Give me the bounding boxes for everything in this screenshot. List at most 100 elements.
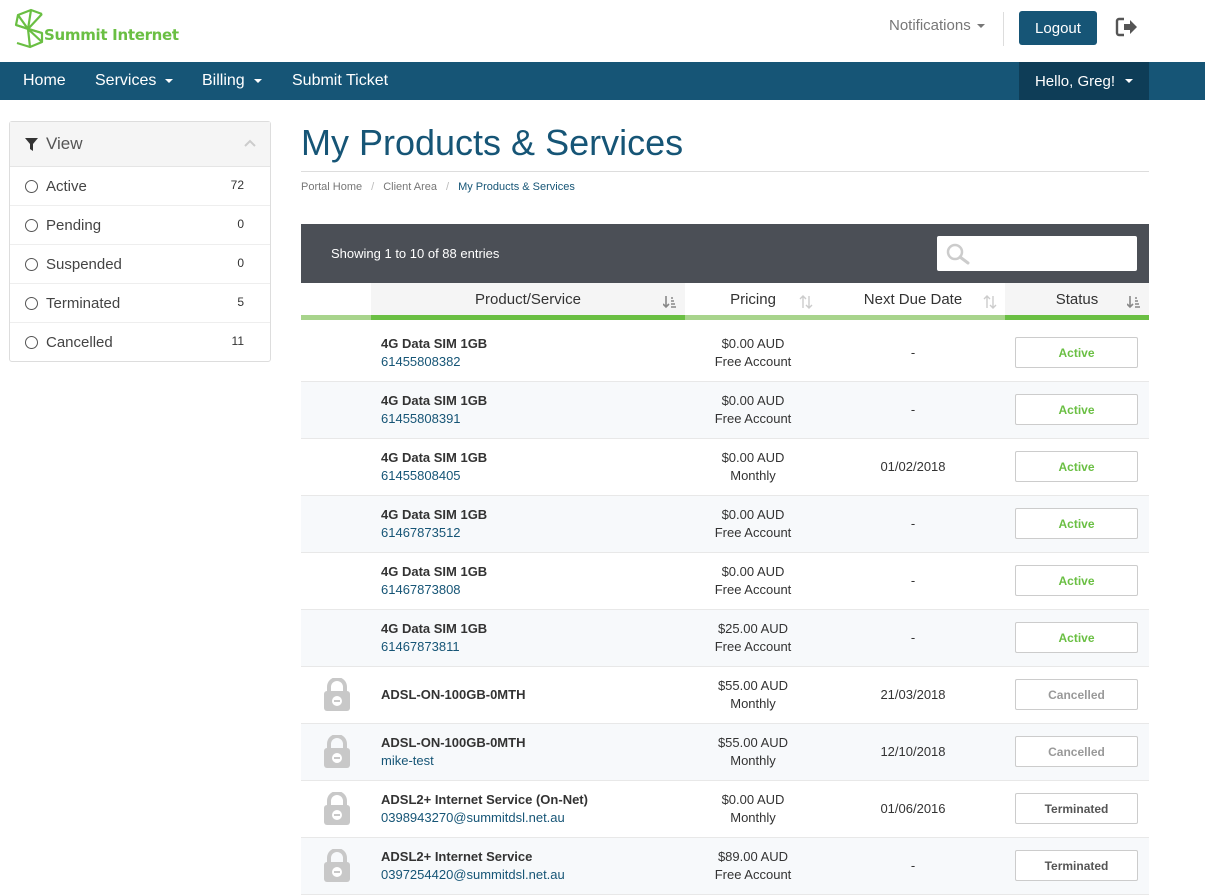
lock-icon (324, 792, 350, 825)
table-row[interactable]: 4G Data SIM 1GB 61455808405 $0.00 AUD Month… (301, 439, 1149, 496)
table-toolbar: Showing 1 to 10 of 88 entries (301, 224, 1149, 283)
notifications-dropdown[interactable]: Notifications (889, 17, 985, 34)
breadcrumb-client-area[interactable]: Client Area (383, 181, 437, 193)
column-header-pricing[interactable]: Pricing (685, 283, 821, 320)
table-row[interactable]: ADSL-ON-100GB-0MTH mike-test $55.00 AUD Mon… (301, 724, 1149, 781)
table-row[interactable]: ADSL-ON-100GB-0MTH $55.00 AUD Monthly 21/03… (301, 667, 1149, 724)
radio-button[interactable] (25, 336, 38, 349)
column-header-product[interactable]: Product/Service (371, 283, 685, 320)
chevron-down-icon (1125, 79, 1134, 83)
breadcrumb: Portal Home / Client Area / My Products … (301, 181, 575, 193)
product-identifier[interactable]: 0398943270@summitdsl.net.au (381, 810, 565, 825)
next-due-date: - (910, 402, 916, 417)
breadcrumb-portal-home[interactable]: Portal Home (301, 181, 362, 193)
product-identifier[interactable]: 61467873811 (381, 639, 460, 654)
brand-logo[interactable]: Summit Internet (12, 6, 179, 50)
chevron-up-icon[interactable] (244, 139, 256, 147)
filter-cancelled[interactable]: Cancelled 11 (10, 323, 270, 362)
product-identifier[interactable]: 61467873808 (381, 582, 461, 597)
table-row[interactable]: 4G Data SIM 1GB 61467873512 $0.00 AUD Free … (301, 496, 1149, 553)
status-badge: Active (1015, 337, 1138, 368)
product-name[interactable]: 4G Data SIM 1GB (381, 336, 487, 351)
user-menu[interactable]: Hello, Greg! (1019, 62, 1149, 100)
chevron-down-icon (253, 79, 262, 83)
product-name[interactable]: ADSL2+ Internet Service (On-Net) (381, 792, 588, 807)
top-header: Summit Internet Notifications Logout (0, 0, 1205, 62)
sign-out-icon[interactable] (1115, 16, 1139, 38)
main-nav: Home Services Billing Submit Ticket Hell… (0, 62, 1205, 100)
nav-services[interactable]: Services (95, 62, 174, 100)
filter-count: 5 (237, 295, 244, 309)
filter-label: Pending (46, 216, 102, 234)
nav-billing[interactable]: Billing (202, 62, 262, 100)
billing-cycle: Monthly (730, 753, 776, 768)
radio-button[interactable] (25, 296, 38, 310)
lock-icon (324, 678, 350, 711)
product-name[interactable]: ADSL-ON-100GB-0MTH (381, 735, 525, 750)
filter-count: 0 (237, 217, 244, 231)
status-badge: Terminated (1015, 850, 1138, 881)
product-identifier[interactable]: 0397254420@summitdsl.net.au (381, 867, 565, 882)
nav-submit-ticket-label: Submit Ticket (292, 72, 389, 89)
breadcrumb-separator: / (446, 181, 450, 193)
radio-button[interactable] (25, 179, 38, 193)
filter-terminated[interactable]: Terminated 5 (10, 284, 270, 323)
billing-cycle: Free Account (714, 867, 792, 882)
product-name[interactable]: 4G Data SIM 1GB (381, 393, 487, 408)
page-title: My Products & Services (301, 122, 684, 163)
logout-button[interactable]: Logout (1019, 11, 1097, 45)
next-due-date: 21/03/2018 (880, 687, 946, 702)
summit-logo-icon (14, 8, 44, 49)
price-amount: $0.00 AUD (721, 792, 785, 807)
sort-icon (799, 295, 813, 309)
column-header-status[interactable]: Status (1005, 283, 1149, 320)
filter-suspended[interactable]: Suspended 0 (10, 245, 270, 284)
divider (301, 171, 1149, 172)
product-name[interactable]: 4G Data SIM 1GB (381, 507, 487, 522)
column-header-next-due[interactable]: Next Due Date (821, 283, 1005, 320)
filter-count: 72 (230, 178, 244, 192)
column-header-icon (301, 283, 371, 320)
next-due-date: 12/10/2018 (880, 744, 946, 759)
billing-cycle: Free Account (714, 525, 792, 540)
next-due-date: - (910, 516, 916, 531)
next-due-date: - (910, 858, 916, 873)
table-row[interactable]: ADSL2+ Internet Service 0397254420@summit… (301, 838, 1149, 895)
product-name[interactable]: ADSL-ON-100GB-0MTH (381, 687, 525, 702)
table-row[interactable]: 4G Data SIM 1GB 61455808382 $0.00 AUD Free … (301, 325, 1149, 382)
table-row[interactable]: 4G Data SIM 1GB 61455808391 $0.00 AUD Free … (301, 382, 1149, 439)
table-row[interactable]: ADSL2+ Internet Service (On-Net) 03989432… (301, 781, 1149, 838)
product-identifier[interactable]: 61467873512 (381, 525, 461, 540)
nav-submit-ticket[interactable]: Submit Ticket (292, 62, 388, 100)
billing-cycle: Free Account (714, 639, 792, 654)
radio-button[interactable] (25, 257, 38, 271)
product-name[interactable]: 4G Data SIM 1GB (381, 450, 487, 465)
product-name[interactable]: 4G Data SIM 1GB (381, 621, 487, 636)
filter-icon (25, 137, 38, 151)
product-identifier[interactable]: 61455808382 (381, 354, 461, 369)
search-icon (946, 243, 970, 265)
product-name[interactable]: 4G Data SIM 1GB (381, 564, 487, 579)
table-row[interactable]: 4G Data SIM 1GB 61467873811 $25.00 AUD Free… (301, 610, 1149, 667)
billing-cycle: Monthly (730, 696, 776, 711)
divider (1003, 12, 1004, 46)
nav-home[interactable]: Home (23, 62, 66, 100)
filter-label: Suspended (46, 255, 122, 273)
product-identifier[interactable]: mike-test (381, 753, 434, 768)
view-panel-header[interactable]: View (10, 122, 270, 167)
price-amount: $0.00 AUD (721, 450, 785, 465)
table-header: Product/Service Pricing Next Due Date St… (301, 283, 1149, 325)
chevron-down-icon (165, 79, 174, 83)
nav-home-label: Home (23, 72, 66, 89)
radio-button[interactable] (25, 218, 38, 232)
filter-label: Terminated (46, 294, 121, 312)
filter-pending[interactable]: Pending 0 (10, 206, 270, 245)
entries-info: Showing 1 to 10 of 88 entries (331, 246, 500, 261)
price-amount: $0.00 AUD (721, 507, 785, 522)
filter-active[interactable]: Active 72 (10, 167, 270, 206)
product-identifier[interactable]: 61455808391 (381, 411, 461, 426)
view-panel-title: View (46, 134, 83, 153)
table-row[interactable]: 4G Data SIM 1GB 61467873808 $0.00 AUD Free … (301, 553, 1149, 610)
product-identifier[interactable]: 61455808405 (381, 468, 461, 483)
product-name[interactable]: ADSL2+ Internet Service (381, 849, 532, 864)
